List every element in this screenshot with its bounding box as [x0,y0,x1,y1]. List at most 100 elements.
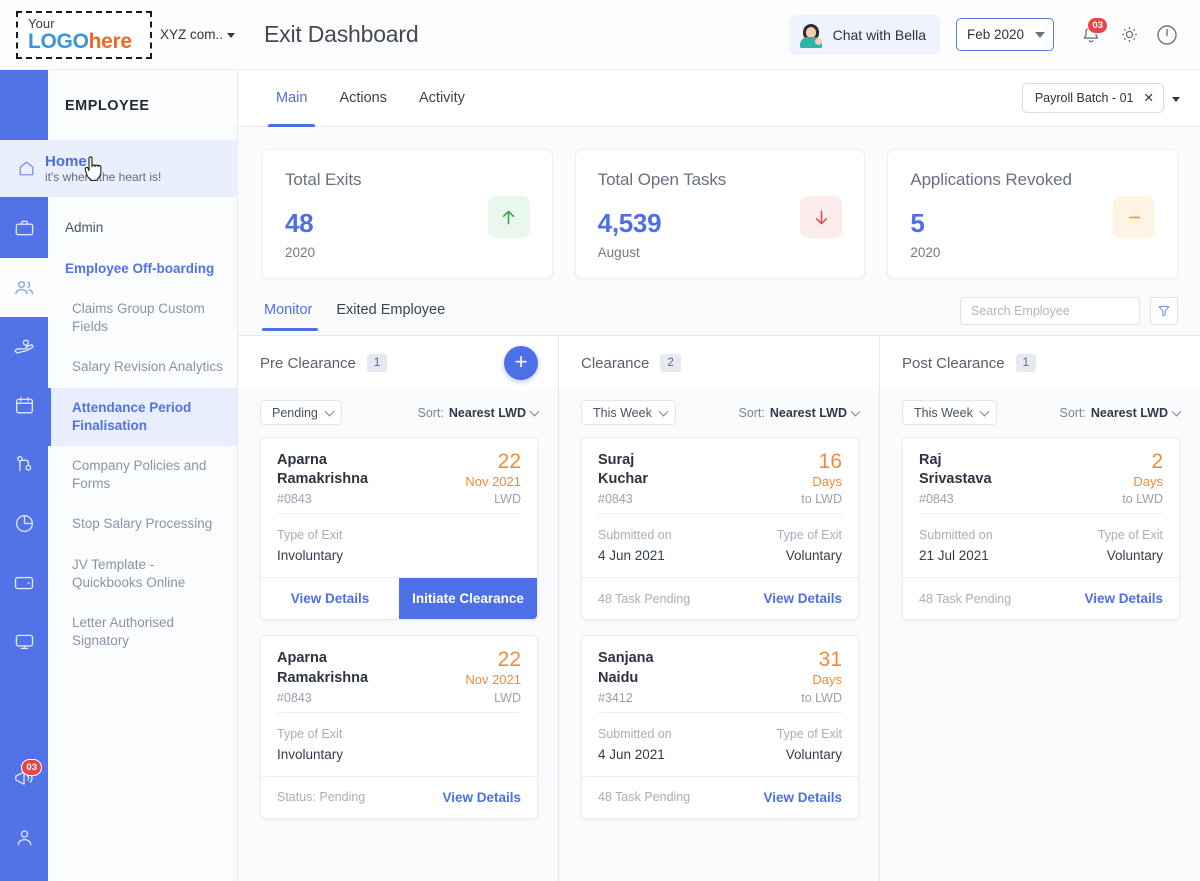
lwd-unit: Days [812,672,842,688]
initiate-clearance-button[interactable]: Initiate Clearance [399,578,537,619]
chevron-down-icon [227,33,235,38]
tab-actions[interactable]: Actions [323,70,403,127]
sidebar-item-analytics[interactable] [0,494,48,553]
company-logo: Your LOGOhere [16,11,152,59]
card-status-text: 48 Task Pending [582,777,747,818]
column-cards: Aparna Ramakrishna 22 Nov 2021 [238,437,558,819]
sidebar-item-admin[interactable]: Admin [48,208,237,248]
sidebar-item-people[interactable] [0,258,48,317]
employee-name: Aparna Ramakrishna [277,451,368,490]
field-value: Involuntary [277,548,343,563]
lwd-number: 2 [1133,451,1163,473]
field-value: 4 Jun 2021 [598,548,672,563]
employee-card[interactable]: Raj Srivastava 2 Days [902,437,1180,620]
sidebar-item-salary-revision-analytics[interactable]: Salary Revision Analytics [48,347,237,387]
sidebar-item-briefcase[interactable] [0,199,48,258]
monitor-tabs-bar: Monitor Exited Employee [238,279,1200,335]
kanban-column-post-clearance: Post Clearance 1 This Week Sort: Nearest… [880,336,1200,881]
card-divider [277,712,521,713]
employee-card[interactable]: Sanjana Naidu 31 Days [581,635,859,818]
notification-badge: 03 [1087,17,1108,34]
add-exit-button[interactable]: + [504,346,538,380]
date-period-selector[interactable]: Feb 2020 [956,18,1054,51]
logo-text-logo: LOGO [28,30,89,53]
lwd-label: to LWD [1122,492,1163,506]
period-filter-dropdown[interactable]: This Week [902,400,997,425]
lwd-label: LWD [494,691,521,705]
chevron-down-icon[interactable] [1172,97,1180,102]
employee-card[interactable]: Aparna Ramakrishna 22 Nov 2021 [260,635,538,818]
column-header: Post Clearance 1 [880,336,1200,390]
exit-dashboard-app: Your LOGOhere XYZ com.. Exit Dashboard C… [0,0,1200,881]
field-label: Submitted on [919,528,993,542]
employee-id: #0843 [277,492,312,506]
stat-subtitle: 2020 [910,245,1155,260]
kanban-board: Pre Clearance 1 + Pending Sort: Near [238,335,1200,881]
sidebar-item-org-chart[interactable] [0,435,48,494]
view-details-button[interactable]: View Details [747,578,858,619]
sidebar-item-letter-authorised-signatory[interactable]: Letter Authorised Signatory [48,603,237,661]
home-nav-item[interactable]: Home it's where the heart is! [0,140,238,197]
sidebar-item-employee-offboarding[interactable]: Employee Off-boarding [48,249,237,289]
view-details-button[interactable]: View Details [1068,578,1179,619]
chevron-down-icon [1035,32,1045,38]
field-label: Submitted on [598,727,672,741]
employee-name-line2: Ramakrishna [277,470,368,489]
card-field-left: Submitted on 4 Jun 2021 [598,528,672,563]
card-status-text: Status: Pending [261,777,426,818]
tab-monitor[interactable]: Monitor [262,302,324,331]
notifications-button[interactable]: 03 [1072,16,1110,54]
stat-card-total-exits: Total Exits 48 2020 [262,149,553,279]
lwd-block: 22 Nov 2021 [465,649,521,688]
company-selector[interactable]: XYZ com.. [160,27,235,42]
header-actions: Chat with Bella Feb 2020 03 [789,15,1200,55]
sidebar-item-company-policies-and-forms[interactable]: Company Policies and Forms [48,446,237,504]
sidebar-item-monitor[interactable] [0,612,48,671]
card-footer: 48 Task Pending View Details [582,577,858,619]
view-details-button[interactable]: View Details [426,777,537,818]
sidebar-item-claims-group-custom-fields[interactable]: Claims Group Custom Fields [48,289,237,347]
filter-button[interactable] [1150,297,1178,325]
sidebar-item-calendar[interactable] [0,376,48,435]
sidebar-item-benefits[interactable] [0,317,48,376]
close-icon[interactable]: ✕ [1144,92,1154,105]
sidebar-item-announcements[interactable]: 03 [0,749,48,808]
payroll-batch-chip[interactable]: Payroll Batch - 01 ✕ [1022,83,1164,113]
power-logout-button[interactable] [1148,16,1186,54]
settings-button[interactable] [1110,16,1148,54]
logo-main-text: LOGOhere [28,31,150,52]
employee-name: Sanjana Naidu [598,649,654,688]
chevron-down-icon [324,406,334,416]
sort-dropdown[interactable]: Sort: Nearest LWD [738,406,859,420]
period-filter-dropdown[interactable]: This Week [581,400,676,425]
field-label: Type of Exit [277,528,343,542]
tab-exited-employee[interactable]: Exited Employee [324,302,457,331]
employee-name-line1: Suraj [598,451,648,470]
search-input[interactable] [960,297,1140,325]
sidebar-item-stop-salary-processing[interactable]: Stop Salary Processing [48,504,237,544]
employee-card[interactable]: Aparna Ramakrishna 22 Nov 2021 [260,437,538,620]
chat-with-bella-button[interactable]: Chat with Bella [789,15,940,55]
employee-name-line1: Aparna [277,649,368,668]
sidebar-item-profile[interactable] [0,808,48,867]
tab-main[interactable]: Main [260,70,323,127]
view-details-button[interactable]: View Details [261,578,399,619]
employee-card[interactable]: Suraj Kuchar 16 Days [581,437,859,620]
status-filter-dropdown[interactable]: Pending [260,400,342,425]
kanban-column-clearance: Clearance 2 This Week Sort: Nearest LWD [559,336,880,881]
sort-dropdown[interactable]: Sort: Nearest LWD [1059,406,1180,420]
view-details-button[interactable]: View Details [747,777,858,818]
stat-title: Applications Revoked [910,170,1155,190]
logo-area: Your LOGOhere XYZ com.. [0,0,238,70]
sidebar-item-attendance-period-finalisation[interactable]: Attendance Period Finalisation [48,388,237,446]
field-value: 4 Jun 2021 [598,747,672,762]
column-title: Post Clearance [902,355,1005,372]
employee-name: Aparna Ramakrishna [277,649,368,688]
sidebar-item-jv-template-quickbooks-online[interactable]: JV Template - Quickbooks Online [48,545,237,603]
trend-up-icon [488,196,530,238]
sidebar-item-wallet[interactable] [0,553,48,612]
tab-activity[interactable]: Activity [403,70,481,127]
sort-dropdown[interactable]: Sort: Nearest LWD [417,406,538,420]
field-label: Type of Exit [1098,528,1163,542]
field-value: 21 Jul 2021 [919,548,993,563]
